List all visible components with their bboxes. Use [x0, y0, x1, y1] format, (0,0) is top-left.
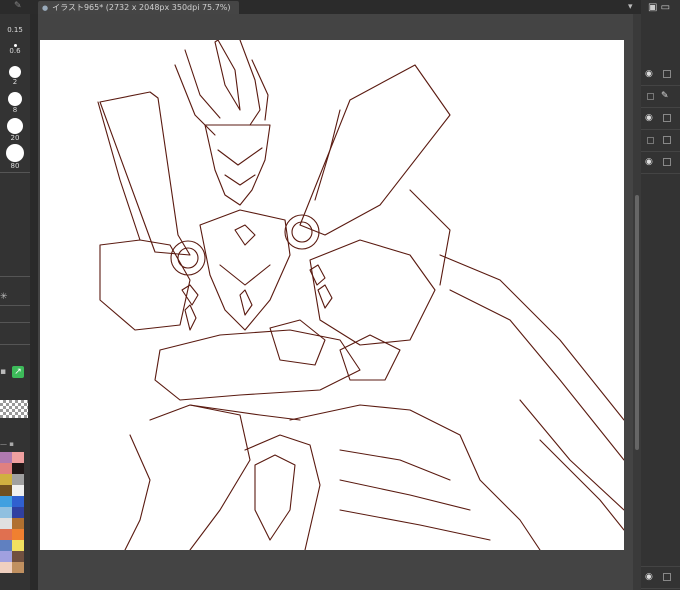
color-swatch[interactable] [12, 507, 24, 518]
scrollbar-thumb[interactable] [635, 195, 639, 450]
brush-size-dot [9, 66, 21, 78]
color-swatch[interactable] [0, 452, 12, 463]
color-swatch[interactable] [0, 507, 12, 518]
brush-size-item[interactable]: 0.6 [0, 44, 30, 55]
transparency-tool-button[interactable]: ↗ [12, 366, 24, 378]
brush-size-dot [6, 144, 24, 162]
separator [0, 344, 30, 345]
eye-icon[interactable]: ◉ [645, 69, 653, 79]
eye-icon[interactable]: ◉ [645, 157, 653, 167]
layer-icon[interactable]: ▣ ▭ [648, 2, 670, 13]
close-icon[interactable]: ● [42, 4, 48, 12]
layer-row[interactable]: ◉ [641, 64, 680, 86]
color-swatch[interactable] [0, 496, 12, 507]
color-swatch[interactable] [0, 463, 12, 474]
eye-icon[interactable]: ◉ [645, 113, 653, 123]
brush-size-item[interactable]: 0.15 [0, 26, 30, 34]
brush-size-label: 0.6 [9, 47, 21, 55]
brush-size-item[interactable]: 8 [0, 92, 30, 114]
brush-size-item[interactable]: 80 [0, 144, 30, 170]
document-title: イラスト965* (2732 x 2048px 350dpi 75.7%) [52, 3, 231, 12]
brush-size-label: 20 [10, 134, 20, 142]
color-swatch[interactable] [0, 485, 12, 496]
visibility-box[interactable] [647, 137, 654, 144]
layer-thumbnail [663, 573, 671, 581]
color-swatch[interactable] [0, 474, 12, 485]
color-swatch[interactable] [0, 529, 12, 540]
brush-size-item[interactable]: 20 [0, 118, 30, 142]
layer-row[interactable]: ◉ [641, 108, 680, 130]
layer-row[interactable]: ◉ [641, 152, 680, 174]
color-swatch[interactable] [12, 496, 24, 507]
brush-size-dot [8, 92, 22, 106]
visibility-box[interactable] [647, 93, 654, 100]
lock-icon[interactable]: ▪ [0, 367, 7, 377]
layer-row[interactable]: ◉ [641, 566, 680, 589]
brush-size-label: 2 [12, 78, 18, 86]
color-swatch[interactable] [0, 562, 12, 573]
color-swatch[interactable] [12, 518, 24, 529]
layer-row[interactable]: ✎ [641, 86, 680, 108]
color-swatch[interactable] [12, 540, 24, 551]
pen-icon: ✎ [661, 91, 669, 101]
separator [0, 305, 30, 306]
color-swatch[interactable] [12, 485, 24, 496]
pen-icon[interactable]: ✎ [14, 1, 22, 11]
color-swatch[interactable] [0, 540, 12, 551]
color-swatch[interactable] [12, 452, 24, 463]
separator [0, 276, 30, 277]
color-swatch[interactable] [12, 551, 24, 562]
brush-size-label: 0.15 [7, 26, 23, 34]
color-swatch[interactable] [0, 551, 12, 562]
color-swatch[interactable] [0, 518, 12, 529]
transparent-color-swatch[interactable] [0, 400, 28, 418]
palette-header-icons: — ▪ [0, 440, 14, 448]
separator [0, 322, 30, 323]
color-swatch[interactable] [12, 474, 24, 485]
color-swatch[interactable] [12, 463, 24, 474]
brush-size-label: 8 [12, 106, 18, 114]
panel-divider [30, 14, 38, 590]
document-tab[interactable]: ● イラスト965* (2732 x 2048px 350dpi 75.7%) [38, 1, 239, 14]
drawing-canvas[interactable] [40, 40, 624, 550]
brush-size-item[interactable]: 2 [0, 66, 30, 86]
menu-icon[interactable]: ▾ [628, 2, 633, 12]
eye-icon[interactable]: ◉ [645, 572, 653, 582]
layer-thumbnail [663, 114, 671, 122]
layer-thumbnail [663, 158, 671, 166]
line-art-illustration [97, 40, 624, 550]
layer-thumbnail [663, 70, 671, 78]
separator [0, 172, 30, 173]
layer-thumbnail [663, 136, 671, 144]
brush-size-dot [7, 118, 23, 134]
color-palette [0, 452, 24, 573]
sun-icon[interactable]: ✳ [0, 292, 8, 302]
brush-size-label: 80 [10, 162, 20, 170]
color-swatch[interactable] [12, 562, 24, 573]
color-swatch[interactable] [12, 529, 24, 540]
layer-row[interactable] [641, 130, 680, 152]
